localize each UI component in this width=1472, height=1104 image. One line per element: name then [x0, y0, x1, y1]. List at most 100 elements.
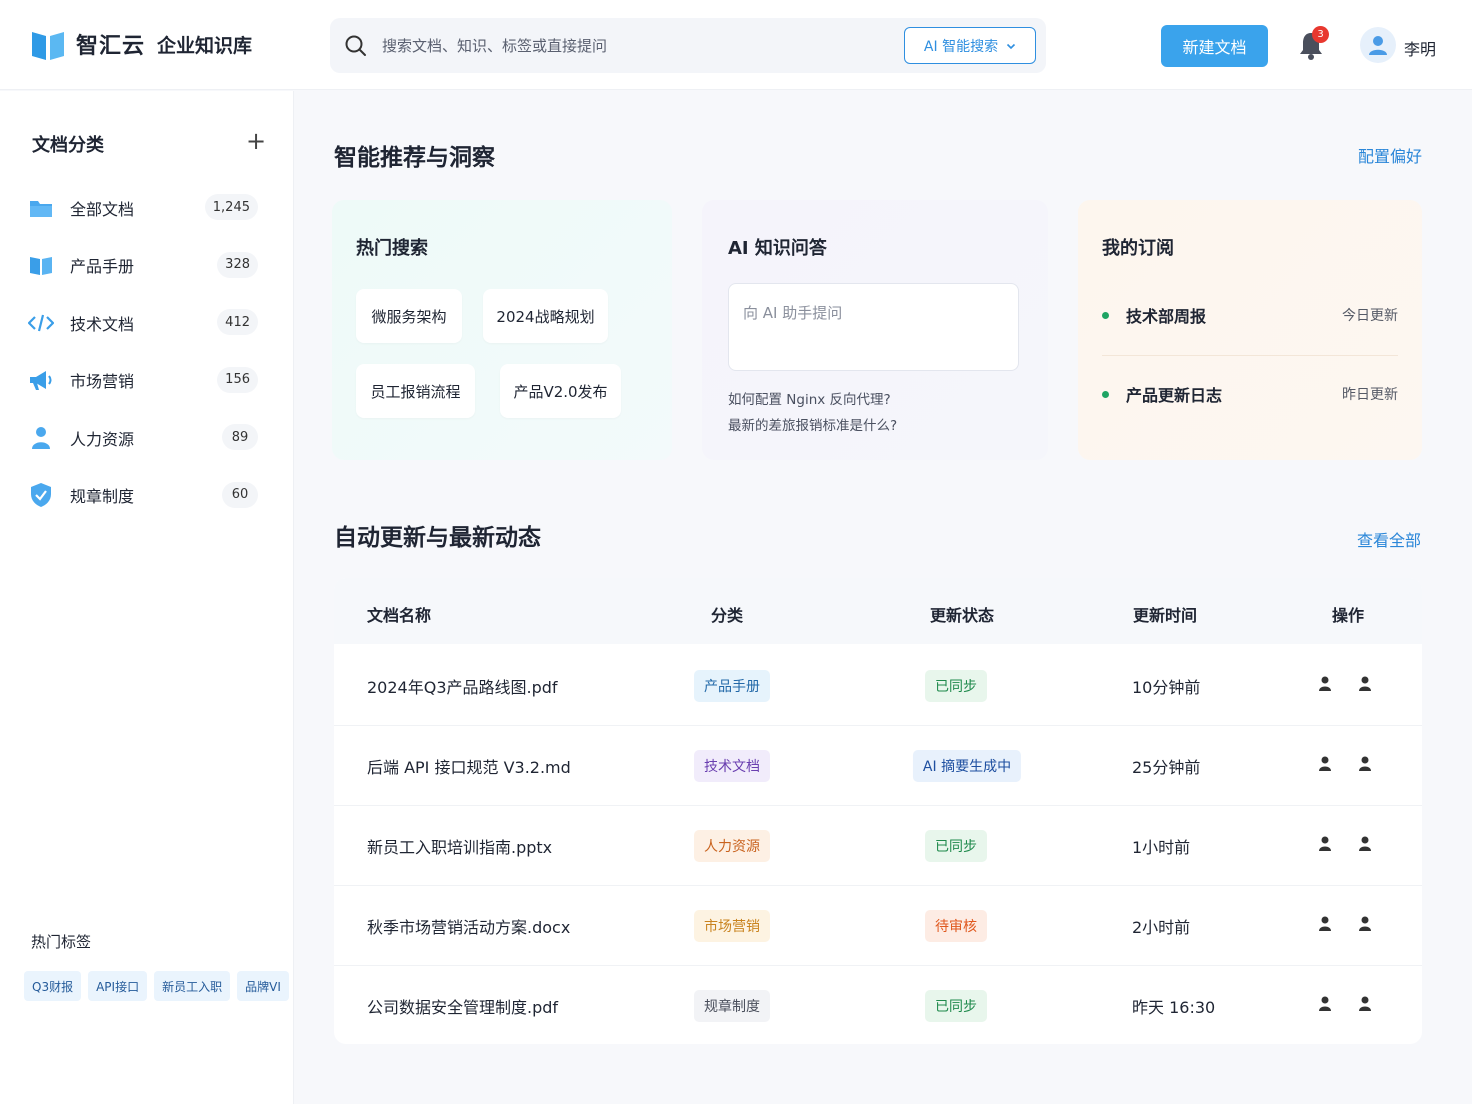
ai-search-dropdown[interactable]: AI 智能搜索	[904, 27, 1036, 64]
document-name[interactable]: 2024年Q3产品路线图.pdf	[367, 674, 558, 698]
insights-title: 智能推荐与洞察	[334, 145, 495, 171]
brand-subtitle: 企业知识库	[157, 34, 253, 57]
document-name[interactable]: 秋季市场营销活动方案.docx	[367, 914, 570, 938]
status-dot	[1102, 311, 1109, 319]
new-document-button[interactable]: 新建文档	[1161, 25, 1268, 67]
sidebar-item-count: 156	[217, 366, 258, 393]
update-time: 1小时前	[1132, 838, 1191, 857]
sidebar-item-count: 328	[217, 251, 258, 278]
chevron-down-icon	[1007, 43, 1016, 49]
notification-badge: 3	[1312, 26, 1329, 43]
document-name[interactable]: 公司数据安全管理制度.pdf	[367, 994, 558, 1018]
person-icon[interactable]	[1316, 995, 1334, 1013]
avatar[interactable]	[1360, 27, 1396, 63]
hot-search-chip[interactable]: 员工报销流程	[356, 364, 475, 418]
person-icon[interactable]	[1316, 675, 1334, 693]
hot-search-chip[interactable]: 产品V2.0发布	[500, 364, 621, 418]
sidebar-item-all-docs[interactable]: 全部文档 1,245	[20, 179, 274, 237]
update-time: 2小时前	[1132, 918, 1191, 937]
tag-api[interactable]: API接口	[88, 971, 148, 1001]
category-badge: 规章制度	[694, 990, 770, 1022]
subscription-name: 产品更新日志	[1126, 386, 1223, 405]
brand-name: 智汇云	[76, 34, 146, 59]
document-name[interactable]: 后端 API 接口规范 V3.2.md	[367, 754, 571, 778]
hot-search-title: 热门搜索	[356, 238, 428, 259]
status-badge: 待审核	[925, 910, 987, 942]
sidebar-item-label: 技术文档	[70, 314, 135, 334]
updates-table: 文档名称 分类 更新状态 更新时间 操作 2024年Q3产品路线图.pdf 产品…	[334, 578, 1422, 1044]
ai-question-input[interactable]	[728, 283, 1019, 371]
tag-brand-vi[interactable]: 品牌VI	[237, 971, 289, 1001]
sidebar-item-label: 规章制度	[70, 487, 135, 507]
ai-qa-card: AI 知识问答 如何配置 Nginx 反向代理? 最新的差旅报销标准是什么?	[702, 200, 1048, 460]
top-header: 智汇云 企业知识库 AI 智能搜索 新建文档 3 李明	[0, 0, 1472, 90]
subscription-item[interactable]: 产品更新日志 昨日更新	[1102, 379, 1398, 409]
search-bar: AI 智能搜索	[330, 18, 1046, 73]
user-icon	[1369, 36, 1387, 55]
status-badge: 已同步	[925, 990, 987, 1022]
table-row[interactable]: 后端 API 接口规范 V3.2.md 技术文档 AI 摘要生成中 25分钟前	[334, 726, 1422, 806]
person-icon[interactable]	[1316, 835, 1334, 853]
sidebar-item-policies[interactable]: 规章制度 60	[20, 467, 274, 525]
person-icon[interactable]	[1356, 675, 1374, 693]
suggested-question[interactable]: 最新的差旅报销标准是什么?	[728, 414, 897, 434]
shield-icon	[28, 482, 54, 508]
person-icon[interactable]	[1356, 755, 1374, 773]
person-icon[interactable]	[1316, 755, 1334, 773]
search-icon	[345, 35, 366, 56]
subscription-name: 技术部周报	[1126, 307, 1207, 326]
category-badge: 技术文档	[694, 750, 770, 782]
subscriptions-title: 我的订阅	[1102, 238, 1174, 259]
table-row[interactable]: 新员工入职培训指南.pptx 人力资源 已同步 1小时前	[334, 806, 1422, 886]
status-badge: AI 摘要生成中	[912, 750, 1022, 782]
column-header-name[interactable]: 文档名称	[367, 602, 431, 626]
column-header-time[interactable]: 更新时间	[1133, 602, 1197, 626]
suggested-question[interactable]: 如何配置 Nginx 反向代理?	[728, 388, 891, 408]
person-icon[interactable]	[1356, 995, 1374, 1013]
table-row[interactable]: 公司数据安全管理制度.pdf 规章制度 已同步 昨天 16:30	[334, 966, 1422, 1044]
column-header-actions: 操作	[1332, 606, 1365, 625]
tag-onboarding[interactable]: 新员工入职	[154, 971, 231, 1001]
configure-preferences-link[interactable]: 配置偏好	[1358, 143, 1422, 167]
sidebar-item-tech-docs[interactable]: 技术文档 412	[20, 294, 274, 352]
category-badge: 市场营销	[694, 910, 770, 942]
document-name[interactable]: 新员工入职培训指南.pptx	[367, 834, 552, 858]
code-icon	[28, 310, 54, 336]
table-row[interactable]: 秋季市场营销活动方案.docx 市场营销 待审核 2小时前	[334, 886, 1422, 966]
table-row[interactable]: 2024年Q3产品路线图.pdf 产品手册 已同步 10分钟前	[334, 646, 1422, 726]
status-badge: 已同步	[925, 670, 987, 702]
subscriptions-card: 我的订阅 技术部周报 今日更新 产品更新日志 昨日更新	[1078, 200, 1422, 460]
add-category-icon[interactable]: +	[244, 129, 268, 153]
sidebar-item-count: 89	[222, 424, 258, 450]
subscription-item[interactable]: 技术部周报 今日更新	[1102, 300, 1398, 330]
hot-tags: Q3财报 API接口 新员工入职 品牌VI	[24, 971, 289, 1001]
column-header-status[interactable]: 更新状态	[930, 602, 994, 626]
person-icon[interactable]	[1356, 835, 1374, 853]
hot-search-chip[interactable]: 微服务架构	[356, 289, 462, 343]
hot-search-chip[interactable]: 2024战略规划	[483, 289, 608, 343]
status-dot	[1102, 390, 1109, 398]
sidebar-item-count: 60	[222, 481, 258, 508]
tag-q3-report[interactable]: Q3财报	[24, 971, 82, 1001]
sidebar-item-hr[interactable]: 人力资源 89	[20, 409, 274, 467]
user-name[interactable]: 李明	[1404, 36, 1436, 60]
sidebar-item-product-manual[interactable]: 产品手册 328	[20, 237, 274, 295]
update-time: 10分钟前	[1132, 678, 1201, 697]
sidebar: 文档分类 + 全部文档 1,245 产品手册 328 技术文档 412 市场营销…	[0, 91, 294, 1104]
logo[interactable]: 智汇云 企业知识库	[30, 26, 252, 62]
book-icon	[28, 252, 54, 278]
sidebar-item-label: 全部文档	[70, 199, 135, 219]
folder-icon	[28, 195, 54, 221]
update-time: 25分钟前	[1132, 758, 1201, 777]
subscription-time: 今日更新	[1342, 308, 1398, 324]
column-header-category[interactable]: 分类	[711, 602, 743, 626]
ai-qa-title: AI 知识问答	[728, 238, 827, 259]
sidebar-item-label: 产品手册	[70, 257, 135, 277]
person-icon[interactable]	[1356, 915, 1374, 933]
sidebar-item-label: 市场营销	[70, 372, 135, 392]
view-all-link[interactable]: 查看全部	[1357, 527, 1421, 551]
sidebar-item-marketing[interactable]: 市场营销 156	[20, 352, 274, 410]
search-input[interactable]	[382, 36, 882, 55]
person-icon[interactable]	[1316, 915, 1334, 933]
category-list: 全部文档 1,245 产品手册 328 技术文档 412 市场营销 156 人力…	[20, 179, 274, 524]
